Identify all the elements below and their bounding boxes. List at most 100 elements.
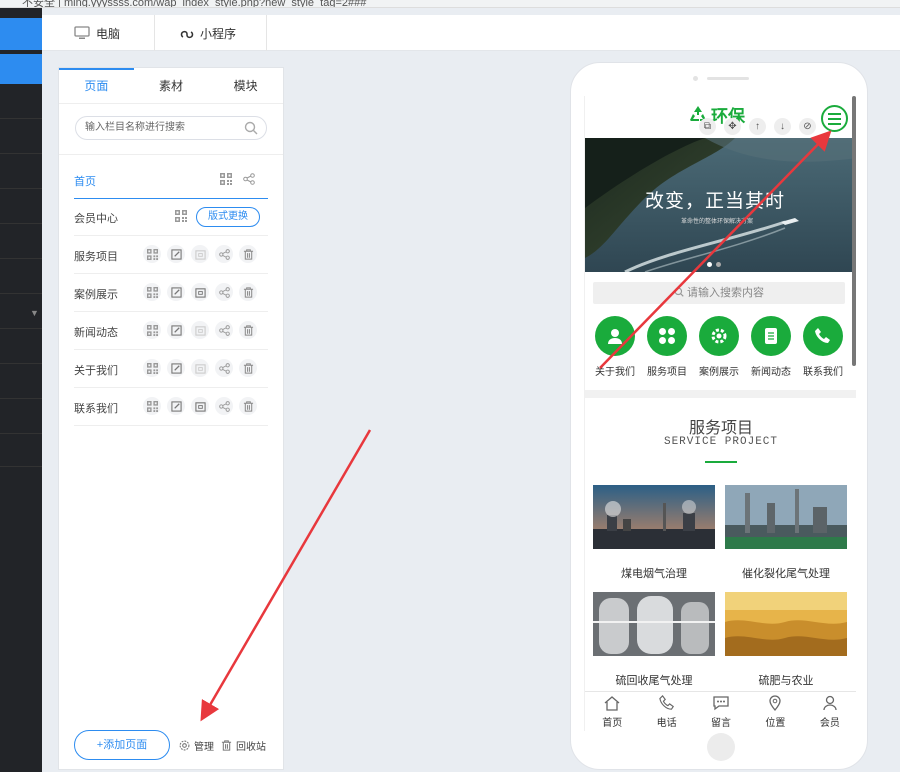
module-toolbar: ⧉ ✥ ↑ ↓ ⊘ xyxy=(699,118,816,135)
share-icon[interactable] xyxy=(240,170,258,188)
qrcode-icon[interactable] xyxy=(143,397,161,415)
message-icon xyxy=(713,696,729,711)
service-card[interactable]: 催化裂化尾气处理 xyxy=(725,485,847,581)
nav-item-active[interactable] xyxy=(0,18,42,50)
page-row-news[interactable]: 新闻动态 xyxy=(74,312,268,350)
copy-icon[interactable] xyxy=(191,397,209,415)
quick-link-about[interactable]: 关于我们 xyxy=(589,316,641,378)
panel-tabs: 页面 素材 模块 xyxy=(59,68,283,104)
tabbar-member[interactable]: 会员 xyxy=(803,692,856,731)
hamburger-menu-button[interactable] xyxy=(821,105,848,132)
nav-divider xyxy=(0,398,42,399)
move-icon[interactable]: ✥ xyxy=(724,118,741,135)
copy-icon[interactable] xyxy=(191,283,209,301)
home-icon xyxy=(604,696,620,711)
share-icon[interactable] xyxy=(215,321,233,339)
share-icon[interactable] xyxy=(215,283,233,301)
copy-icon[interactable] xyxy=(191,321,209,339)
left-nav: ▼ xyxy=(0,8,42,772)
tabbar-location[interactable]: 位置 xyxy=(748,692,802,731)
pc-view-button[interactable]: 电脑 xyxy=(74,15,120,51)
qrcode-icon[interactable] xyxy=(143,321,161,339)
nav-item-selected[interactable] xyxy=(0,54,42,84)
page-label: 关于我们 xyxy=(74,365,118,377)
tab-materials[interactable]: 素材 xyxy=(134,68,209,103)
phone-screen-preview: 环保 ⧉ ✥ ↑ ↓ ⊘ 改变，正当其时 革命性的整体环保解决方案 请输入搜索内… xyxy=(584,96,856,731)
trash-icon[interactable] xyxy=(239,359,257,377)
nav-divider xyxy=(0,153,42,154)
hide-icon[interactable]: ⊘ xyxy=(799,118,816,135)
mini-program-button[interactable]: 小程序 xyxy=(180,15,236,51)
share-icon[interactable] xyxy=(215,359,233,377)
hero-banner[interactable]: 改变，正当其时 革命性的整体环保解决方案 xyxy=(585,138,856,272)
search-placeholder: 输入栏目名称进行搜索 xyxy=(85,122,185,133)
pagination-dot[interactable] xyxy=(716,262,721,267)
trash-icon[interactable] xyxy=(239,245,257,263)
quick-link-cases[interactable]: 案例展示 xyxy=(693,316,745,378)
clover-icon xyxy=(647,316,687,356)
qrcode-icon[interactable] xyxy=(143,283,161,301)
manage-button[interactable]: 管理 xyxy=(179,738,214,753)
page-row-member[interactable]: 会员中心 版式更换 xyxy=(74,198,268,236)
add-page-button[interactable]: +添加页面 xyxy=(74,730,170,760)
menu-line xyxy=(828,113,841,115)
recycle-bin-button[interactable]: 回收站 xyxy=(221,738,266,753)
qrcode-icon[interactable] xyxy=(172,207,190,225)
browser-address-bar[interactable]: 不安全 | ming.yyyssss.com/wap_index_style.p… xyxy=(0,0,900,8)
copy-module-icon[interactable]: ⧉ xyxy=(699,118,716,135)
page-row-home[interactable]: 首页 xyxy=(74,161,268,199)
tabbar-message[interactable]: 留言 xyxy=(694,692,748,731)
qrcode-icon[interactable] xyxy=(143,359,161,377)
copy-icon[interactable] xyxy=(191,359,209,377)
page-row-cases[interactable]: 案例展示 xyxy=(74,274,268,312)
page-label: 新闻动态 xyxy=(74,327,118,339)
qrcode-icon[interactable] xyxy=(217,170,235,188)
edit-icon[interactable] xyxy=(167,283,185,301)
change-style-button[interactable]: 版式更换 xyxy=(196,207,260,227)
chevron-down-icon[interactable]: ▼ xyxy=(30,308,39,318)
service-image xyxy=(725,485,847,549)
quick-link-news[interactable]: 新闻动态 xyxy=(745,316,797,378)
page-row-contact[interactable]: 联系我们 xyxy=(74,388,268,426)
banner-subtitle: 革命性的整体环保解决方案 xyxy=(681,219,754,225)
tabbar-phone[interactable]: 电话 xyxy=(639,692,693,731)
service-label: 硫肥与农业 xyxy=(758,675,814,687)
page-label: 会员中心 xyxy=(74,213,118,225)
service-card[interactable]: 硫肥与农业 xyxy=(725,592,847,688)
arrow-down-icon[interactable]: ↓ xyxy=(774,118,791,135)
arrow-up-icon[interactable]: ↑ xyxy=(749,118,766,135)
toolbar-divider xyxy=(266,15,267,51)
tabbar-home[interactable]: 首页 xyxy=(585,692,639,731)
page-row-about[interactable]: 关于我们 xyxy=(74,350,268,388)
pagination-dot[interactable] xyxy=(707,262,712,267)
toolbar-divider xyxy=(154,15,155,51)
tab-pages[interactable]: 页面 xyxy=(59,68,134,103)
trash-icon[interactable] xyxy=(239,321,257,339)
service-card[interactable]: 硫回收尾气处理 xyxy=(593,592,715,688)
page-label: 联系我们 xyxy=(74,403,118,415)
trash-icon[interactable] xyxy=(239,283,257,301)
edit-icon[interactable] xyxy=(167,397,185,415)
quick-link-label: 联系我们 xyxy=(803,367,843,378)
preview-scrollbar[interactable] xyxy=(852,96,856,366)
qrcode-icon[interactable] xyxy=(143,245,161,263)
service-label: 煤电烟气治理 xyxy=(621,568,687,580)
page-search-input[interactable]: 输入栏目名称进行搜索 xyxy=(75,116,267,140)
trash-icon[interactable] xyxy=(239,397,257,415)
share-icon[interactable] xyxy=(215,245,233,263)
copy-icon[interactable] xyxy=(191,245,209,263)
phone-icon xyxy=(803,316,843,356)
page-label: 案例展示 xyxy=(74,289,118,301)
quick-link-services[interactable]: 服务项目 xyxy=(641,316,693,378)
service-card[interactable]: 煤电烟气治理 xyxy=(593,485,715,581)
tab-modules[interactable]: 模块 xyxy=(208,68,283,103)
monitor-icon xyxy=(74,26,90,39)
share-icon[interactable] xyxy=(215,397,233,415)
edit-icon[interactable] xyxy=(167,359,185,377)
page-row-services[interactable]: 服务项目 xyxy=(74,236,268,274)
site-search-input[interactable]: 请输入搜索内容 xyxy=(593,282,845,304)
quick-link-contact[interactable]: 联系我们 xyxy=(797,316,849,378)
edit-icon[interactable] xyxy=(167,245,185,263)
trash-icon xyxy=(221,740,232,751)
edit-icon[interactable] xyxy=(167,321,185,339)
